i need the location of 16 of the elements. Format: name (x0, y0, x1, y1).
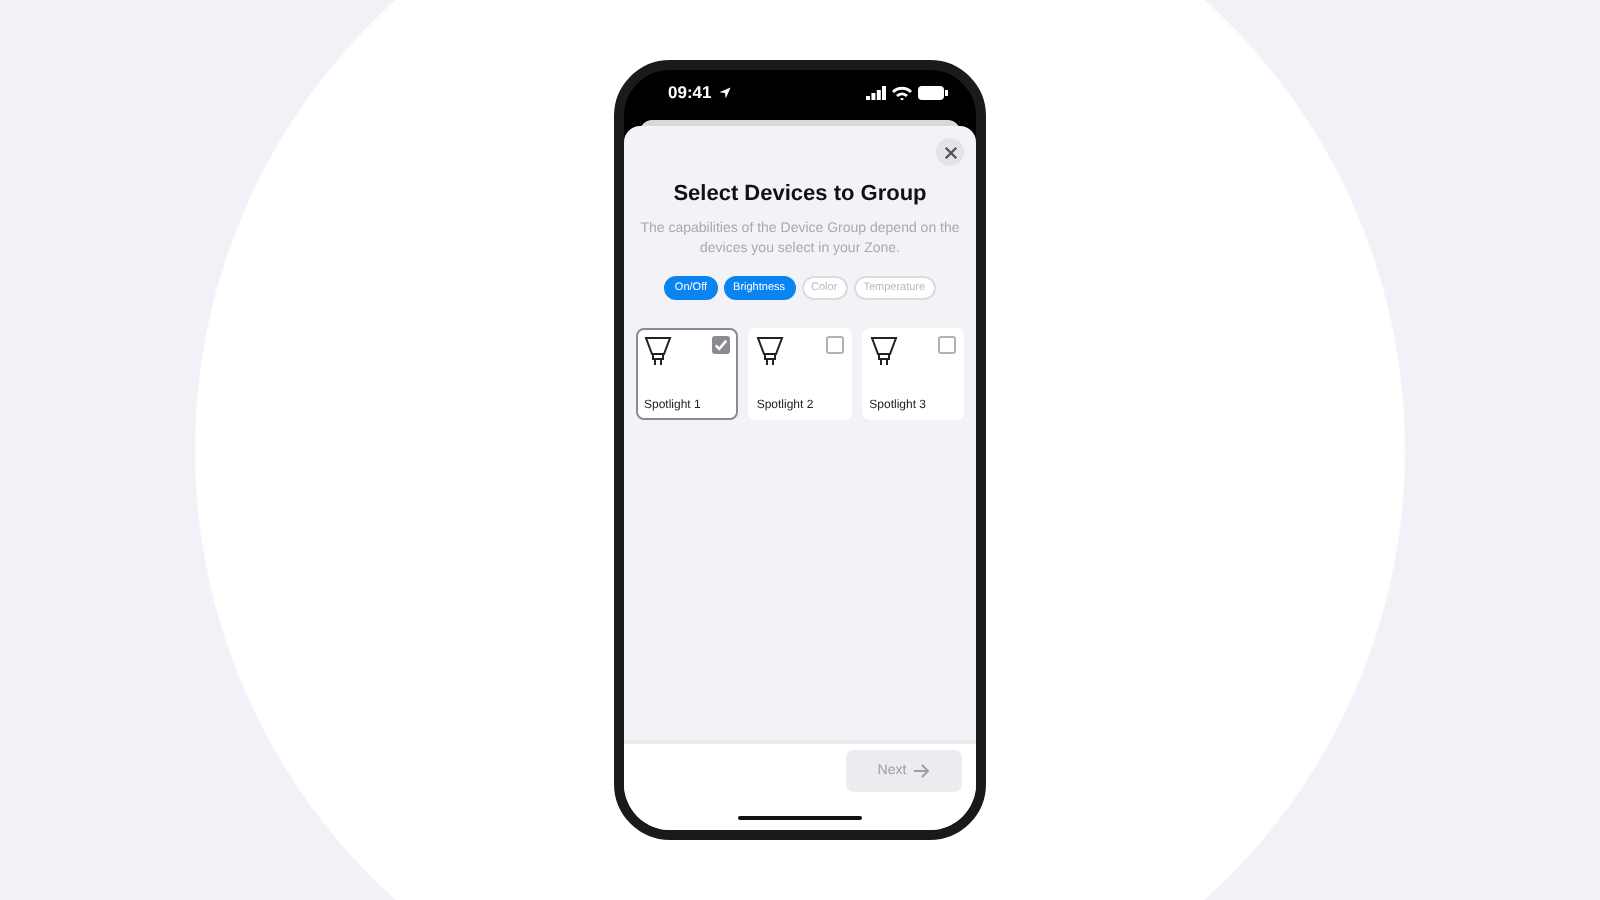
spotlight-bulb-icon (869, 336, 898, 369)
home-indicator (738, 815, 862, 820)
close-icon (943, 145, 957, 159)
spotlight-bulb-icon (644, 336, 672, 369)
signal-icon (866, 85, 886, 99)
wifi-icon (892, 85, 912, 99)
checkbox[interactable] (937, 336, 956, 355)
status-time: 09:41 (668, 82, 712, 102)
location-arrow-icon (717, 85, 732, 99)
battery-icon (918, 85, 948, 99)
arrow-right-icon (914, 764, 931, 778)
close-button[interactable] (936, 138, 964, 166)
spotlight-bulb-icon (756, 336, 785, 369)
sheet-title: Select Devices to Group (671, 182, 929, 206)
checkbox[interactable] (825, 336, 844, 355)
checkbox[interactable] (712, 336, 731, 355)
